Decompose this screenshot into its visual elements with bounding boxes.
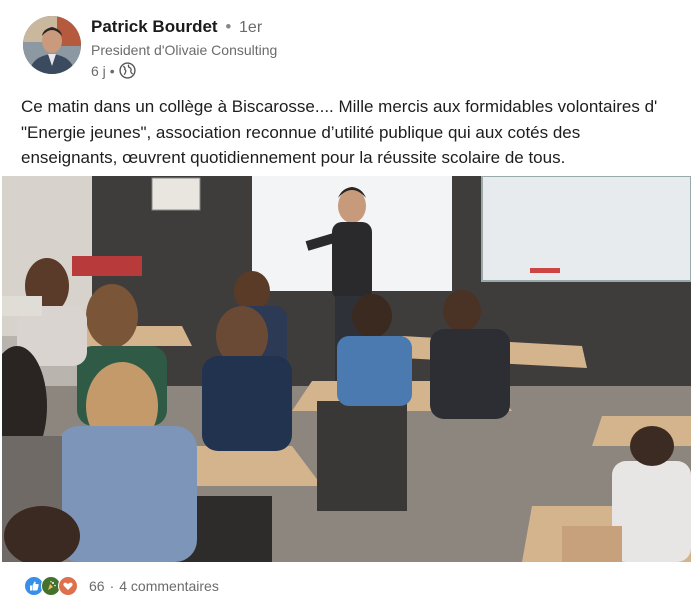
feed-post: Patrick Bourdet • 1er President d'Olivai… — [0, 0, 691, 616]
author-name[interactable]: Patrick Bourdet — [91, 17, 218, 36]
post-image[interactable] — [2, 176, 691, 562]
social-separator: · — [109, 578, 115, 594]
author-line: Patrick Bourdet • 1er — [91, 17, 262, 37]
connection-degree: 1er — [239, 19, 263, 36]
meta-separator: • — [109, 62, 115, 79]
globe-icon — [119, 62, 136, 79]
author-headline: President d'Olivaie Consulting — [91, 42, 278, 58]
social-counts: 66 · 4 commentaires — [24, 575, 219, 597]
reaction-count[interactable]: 66 — [89, 578, 105, 594]
post-text: Ce matin dans un collège à Biscarosse...… — [21, 97, 658, 167]
comments-count[interactable]: 4 commentaires — [119, 578, 219, 594]
reaction-icons[interactable] — [24, 576, 78, 596]
post-time: 6 j — [91, 62, 106, 79]
post-meta: 6 j • — [91, 62, 136, 79]
love-icon — [58, 576, 78, 596]
author-avatar[interactable] — [23, 16, 81, 74]
degree-separator: • — [225, 17, 232, 36]
